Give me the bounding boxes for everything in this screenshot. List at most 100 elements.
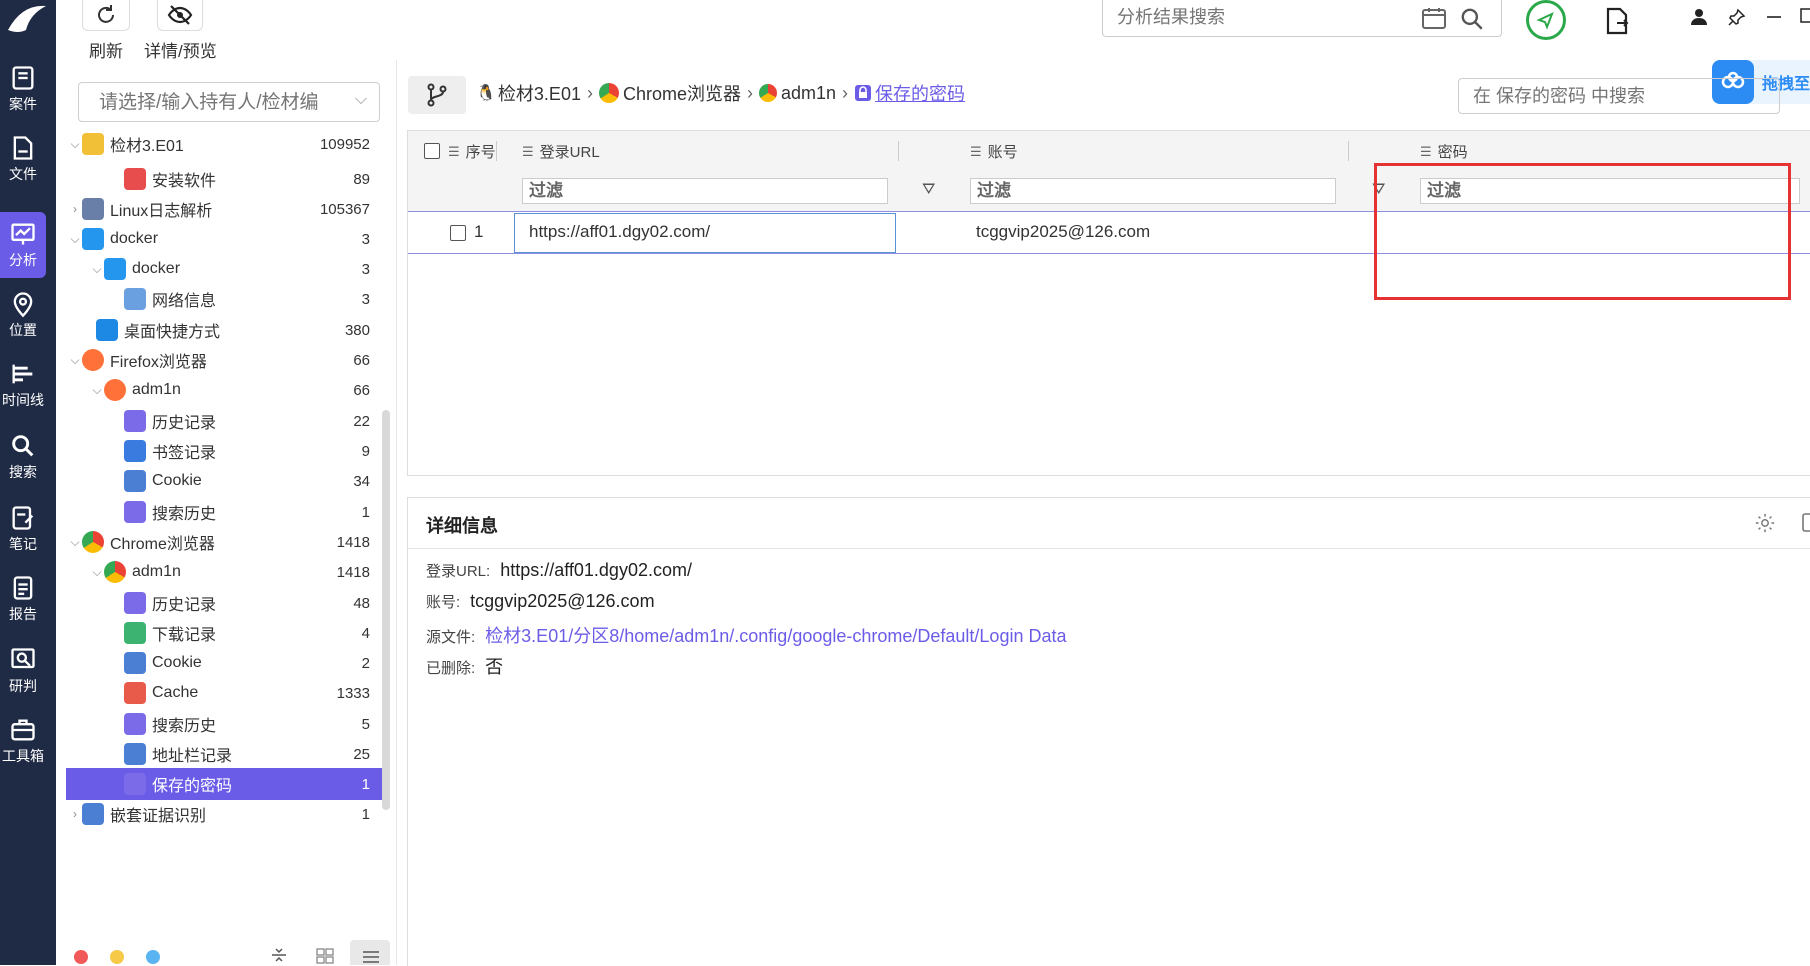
tree-item[interactable]: ⌵ Firefox浏览器 66 [66,344,384,376]
expand-panel-icon[interactable] [1802,512,1810,534]
tree-item[interactable]: 桌面快捷方式 380 [66,314,384,346]
breadcrumb-item[interactable]: adm1n [781,83,836,104]
tree-item[interactable]: 书签记录 9 [66,435,384,467]
tree-item[interactable]: › 嵌套证据识别 1 [66,798,384,830]
grid-view-icon[interactable] [316,948,334,964]
nav-label: 案件 [9,96,37,112]
nav-location[interactable]: 位置 [0,282,46,348]
tree-scrollbar[interactable] [382,410,390,810]
chevron-down-icon[interactable]: ⌵ [355,91,367,109]
tree-item[interactable]: 下载记录 4 [66,617,384,649]
calendar-icon[interactable] [1421,6,1447,30]
grid-search-input[interactable] [1471,85,1735,108]
tree-item-count: 9 [361,442,370,460]
nav-label: 文件 [9,166,37,182]
holder-search-input[interactable] [97,91,341,115]
breadcrumb-item[interactable]: Chrome浏览器 [623,80,741,106]
account-cell[interactable]: tcggvip2025@126.com [976,222,1150,242]
export-icon[interactable] [1604,6,1630,36]
tree-item-count: 1418 [336,533,370,551]
minimize-icon[interactable] [1766,10,1782,24]
breadcrumb-current[interactable]: 保存的密码 [875,80,965,106]
nav-analysis[interactable]: 分析 [0,212,46,278]
nav-notes[interactable]: 笔记 [0,496,46,562]
detail-field-source: 源文件: 检材3.E01/分区8/home/adm1n/.config/goog… [426,622,1067,648]
tree-item[interactable]: Cookie 34 [66,465,384,497]
tree-item[interactable]: Cookie 2 [66,647,384,679]
tree-item[interactable]: 搜索历史 1 [66,496,384,528]
chevron-down-icon[interactable]: ⌵ [68,232,82,247]
list-view-toggle[interactable] [350,940,390,965]
maximize-icon[interactable] [1800,8,1810,24]
user-icon[interactable] [1690,8,1708,26]
column-header-account[interactable]: ☰ 账号 [970,141,1018,162]
nav-toolbox[interactable]: 工具箱 [0,708,46,774]
filter-icon[interactable]: ⛛ [922,181,935,199]
tree-item[interactable]: Cache 1333 [66,677,384,709]
nav-timeline[interactable]: 时间线 [0,352,46,418]
tree-item-label: 历史记录 [152,597,217,614]
grid-search-box[interactable] [1458,78,1780,114]
tree-item[interactable]: ⌵ docker 3 [66,223,384,255]
column-header-index[interactable]: ☰ 序号 [448,141,496,162]
tree-item[interactable]: ⌵ adm1n 1418 [66,556,384,588]
tree-item[interactable]: ⌵ 检材3.E01 109952 [66,128,384,160]
tree-item[interactable]: ⌵ Chrome浏览器 1418 [66,526,384,558]
nav-file[interactable]: 文件 [0,126,46,192]
tree-item[interactable]: 搜索历史 5 [66,708,384,740]
nav-case[interactable]: 案件 [0,56,46,122]
tree-item[interactable]: 保存的密码 1 [66,768,384,800]
chevron-down-icon[interactable]: ⌵ [68,535,82,550]
tree-item[interactable]: ⌵ docker 3 [66,253,384,285]
url-cell[interactable]: https://aff01.dgy02.com/ [514,213,896,253]
nav-search[interactable]: 搜索 [0,424,46,490]
column-divider[interactable] [898,141,899,161]
analysis-search-box[interactable] [1102,0,1502,37]
branch-button[interactable] [408,76,466,114]
column-header-password[interactable]: ☰ 密码 [1420,141,1468,162]
tree-item[interactable]: ⌵ adm1n 66 [66,374,384,406]
chevron-down-icon[interactable]: ⌵ [68,353,82,368]
chevron-down-icon[interactable]: ⌵ [68,137,82,152]
breadcrumb-item[interactable]: 检材3.E01 [498,80,581,106]
firefox-icon [82,349,104,371]
log-icon [82,198,104,220]
status-ok-button[interactable] [1526,0,1566,40]
holder-select[interactable]: ⌵ [78,82,380,122]
nav-judgement[interactable]: 研判 [0,638,46,704]
chevron-right-icon[interactable]: › [68,807,82,821]
chevron-down-icon[interactable]: ⌵ [90,383,104,398]
tree-item[interactable]: 地址栏记录 25 [66,738,384,770]
column-label: 账号 [987,144,1018,161]
pin-icon[interactable] [1728,8,1746,26]
search-icon [12,435,34,457]
search-icon[interactable] [1459,6,1485,32]
url-filter-input[interactable]: 过滤 [522,178,888,204]
list-view-icon [363,951,379,963]
tree-item[interactable]: › Linux日志解析 105367 [66,193,384,225]
column-divider[interactable] [496,141,497,161]
tree-item[interactable]: 安装软件 89 [66,163,384,195]
tree-item[interactable]: 网络信息 3 [66,283,384,315]
tree-item[interactable]: 历史记录 48 [66,587,384,619]
settings-gear-icon[interactable] [1754,512,1776,534]
chevron-right-icon[interactable]: › [68,202,82,216]
row-checkbox[interactable] [450,225,466,241]
source-file-link[interactable]: 检材3.E01/分区8/home/adm1n/.config/google-ch… [485,622,1066,648]
collapse-all-icon[interactable] [270,946,288,964]
firefox-user-icon [104,379,126,401]
download-icon [124,622,146,644]
nav-label: 研判 [9,678,37,694]
column-divider[interactable] [1348,141,1349,161]
account-filter-input[interactable]: 过滤 [970,178,1336,204]
chevron-down-icon[interactable]: ⌵ [90,565,104,580]
select-all-checkbox[interactable] [424,143,440,159]
column-header-url[interactable]: ☰ 登录URL [522,141,600,162]
chevron-down-icon[interactable]: ⌵ [90,262,104,277]
tree-item[interactable]: 历史记录 22 [66,405,384,437]
details-preview-button[interactable]: 详情/预览 [144,0,217,62]
refresh-button[interactable]: 刷新 [82,0,130,62]
analysis-search-input[interactable] [1115,6,1399,29]
nav-report[interactable]: 报告 [0,566,46,632]
tree-item-label: 搜索历史 [152,506,217,523]
